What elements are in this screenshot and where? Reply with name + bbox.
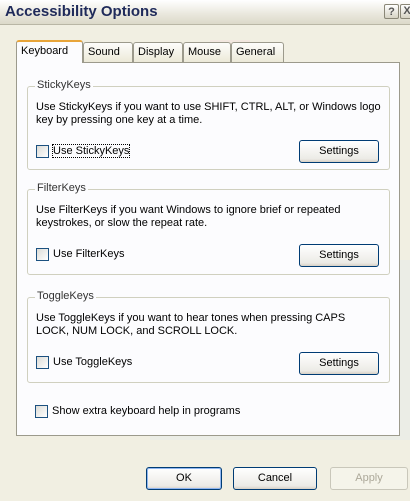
extra-keyboard-help-label[interactable]: Show extra keyboard help in programs xyxy=(52,405,240,417)
filterkeys-group: FilterKeys Use FilterKeys if you want Wi… xyxy=(27,182,390,275)
ok-button[interactable]: OK xyxy=(146,467,222,490)
use-filterkeys-label[interactable]: Use FilterKeys xyxy=(53,248,125,260)
cancel-button[interactable]: Cancel xyxy=(233,467,317,490)
togglekeys-description: Use ToggleKeys if you want to hear tones… xyxy=(36,312,346,337)
use-stickykeys-checkbox-row[interactable]: Use StickyKeys xyxy=(36,144,131,158)
stickykeys-group: StickyKeys Use StickyKeys if you want to… xyxy=(27,79,390,170)
togglekeys-group: ToggleKeys Use ToggleKeys if you want to… xyxy=(27,290,390,383)
stickykeys-legend: StickyKeys xyxy=(35,79,93,91)
window-title: Accessibility Options xyxy=(5,3,158,20)
togglekeys-legend: ToggleKeys xyxy=(35,290,96,302)
extra-keyboard-help-row[interactable]: Show extra keyboard help in programs xyxy=(35,404,240,418)
filterkeys-description: Use FilterKeys if you want Windows to ig… xyxy=(36,204,341,229)
tab-display[interactable]: Display xyxy=(133,42,183,62)
stickykeys-description: Use StickyKeys if you want to use SHIFT,… xyxy=(36,101,381,126)
filterkeys-settings-button[interactable]: Settings xyxy=(299,244,379,267)
use-stickykeys-label[interactable]: Use StickyKeys xyxy=(51,144,131,158)
tab-general[interactable]: General xyxy=(231,42,284,62)
togglekeys-settings-button[interactable]: Settings xyxy=(299,352,379,375)
tab-sound[interactable]: Sound xyxy=(83,42,133,62)
tab-keyboard[interactable]: Keyboard xyxy=(16,40,83,63)
use-filterkeys-checkbox-row[interactable]: Use FilterKeys xyxy=(36,247,125,261)
tab-mouse[interactable]: Mouse xyxy=(183,42,231,62)
keyboard-tab-panel: StickyKeys Use StickyKeys if you want to… xyxy=(16,62,400,436)
extra-keyboard-help-checkbox[interactable] xyxy=(35,404,48,418)
help-icon[interactable]: ? xyxy=(384,4,399,19)
stickykeys-settings-button[interactable]: Settings xyxy=(299,140,379,163)
filterkeys-legend: FilterKeys xyxy=(35,182,88,194)
use-filterkeys-checkbox[interactable] xyxy=(36,247,49,261)
use-stickykeys-checkbox[interactable] xyxy=(36,144,49,158)
use-togglekeys-label[interactable]: Use ToggleKeys xyxy=(53,356,132,368)
close-icon[interactable]: X xyxy=(400,4,410,19)
title-bar[interactable]: Accessibility Options ? X xyxy=(0,0,410,25)
use-togglekeys-checkbox-row[interactable]: Use ToggleKeys xyxy=(36,355,132,369)
accessibility-options-dialog: Accessibility Options ? X Keyboard Sound… xyxy=(0,0,410,501)
apply-button[interactable]: Apply xyxy=(330,467,408,490)
use-togglekeys-checkbox[interactable] xyxy=(36,355,49,369)
